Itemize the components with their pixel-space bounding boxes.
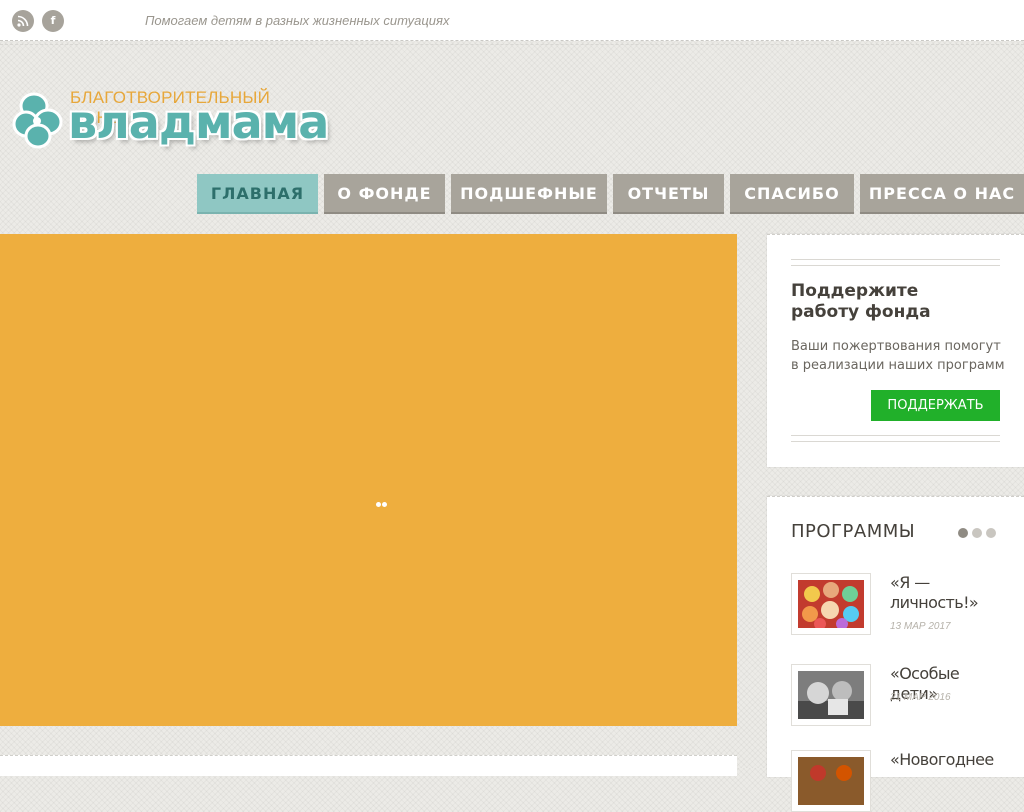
site-logo[interactable]: БЛАГОТВОРИТЕЛЬНЫЙ ФОНД владмама <box>12 82 329 154</box>
content-area <box>0 755 737 776</box>
nav-item-wards[interactable]: ПОДШЕФНЫЕ <box>451 174 607 214</box>
nav-item-home[interactable]: ГЛАВНАЯ <box>197 174 318 214</box>
programs-widget: ПРОГРАММЫ «Я — личность!» 13 МАР 2017 «О… <box>767 496 1024 812</box>
programs-pager <box>958 525 1000 543</box>
divider <box>791 435 1000 442</box>
support-title: Поддержите работу фонда <box>791 281 931 322</box>
program-date: 13 МАР 2017 <box>890 621 951 632</box>
program-thumbnail[interactable] <box>791 664 871 726</box>
divider <box>791 259 1000 266</box>
donate-button[interactable]: ПОДДЕРЖАТЬ <box>871 390 1000 421</box>
list-item[interactable]: «Особые дети» 21 МАР 2016 <box>791 664 1006 726</box>
rss-icon[interactable] <box>12 10 34 32</box>
list-item[interactable]: «Новогоднее <box>791 750 1006 812</box>
support-text: Ваши пожертвования помогут в реализации … <box>791 339 1005 373</box>
list-item[interactable]: «Я — личность!» 13 МАР 2017 <box>791 573 1006 635</box>
programs-heading: ПРОГРАММЫ <box>791 521 916 542</box>
clover-logo-icon <box>12 92 63 149</box>
nav-item-thanks[interactable]: СПАСИБО <box>730 174 854 214</box>
program-image <box>798 671 864 719</box>
program-thumbnail[interactable] <box>791 573 871 635</box>
program-title[interactable]: «Я — личность!» <box>890 573 1010 613</box>
main-slider[interactable] <box>0 234 737 726</box>
support-widget: Поддержите работу фонда Ваши пожертвован… <box>767 234 1024 467</box>
pager-dot[interactable] <box>986 528 996 538</box>
facebook-icon[interactable]: f <box>42 10 64 32</box>
pager-dot[interactable] <box>972 528 982 538</box>
site-tagline: Помогаем детям в разных жизненных ситуац… <box>145 13 450 28</box>
nav-item-reports[interactable]: ОТЧЕТЫ <box>613 174 724 214</box>
nav-item-press[interactable]: ПРЕССА О НАС <box>860 174 1024 214</box>
program-thumbnail[interactable] <box>791 750 871 812</box>
program-date: 21 МАР 2016 <box>890 692 951 703</box>
pager-dot[interactable] <box>958 528 968 538</box>
slider-loading-indicator <box>376 494 388 512</box>
program-image <box>798 757 864 805</box>
nav-item-about[interactable]: О ФОНДЕ <box>324 174 445 214</box>
top-bar: f Помогаем детям в разных жизненных ситу… <box>0 0 1024 45</box>
logo-name: владмама <box>68 95 329 149</box>
program-image <box>798 580 864 628</box>
program-title[interactable]: «Новогоднее <box>890 750 1010 770</box>
